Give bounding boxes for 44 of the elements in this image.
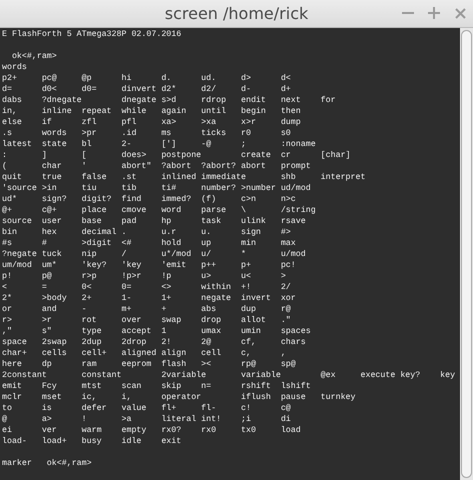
prompt-line: ok<#,ram> xyxy=(10,52,57,63)
output-line: ," s" type accept 1 umax umin spaces xyxy=(2,327,311,338)
output-line: source user base pad hp task ulink rsave xyxy=(2,217,306,228)
output-line: load- load+ busy idle exit xyxy=(2,437,182,448)
output-line: ?negate tuck nip / u*/mod u/ * u/mod xyxy=(2,250,306,261)
output-line: emit Fcy mtst scan skip n= rshift lshift xyxy=(2,382,311,393)
output-line: p2+ pc@ @p hi d. ud. d> d< xyxy=(2,74,291,85)
output-line: bin hex decimal . u.r u. sign #> xyxy=(2,228,291,239)
output-line: 2constant constant 2variable variable @ex execute key? key xyxy=(2,371,456,382)
output-line: mclr mset ic, i, operator iflush pause turnkey xyxy=(2,393,356,404)
close-button[interactable] xyxy=(453,6,467,20)
output-line: ( char ' abort" ?abort ?abort? abort prompt xyxy=(2,162,311,173)
output-line: @+ c@+ place cmove word parse \ /string xyxy=(2,206,316,217)
output-line: space 2swap 2dup 2drop 2! 2@ cf, chars xyxy=(2,338,306,349)
output-line: r> >r rot over swap drop allot ." xyxy=(2,316,291,327)
output-line: in, inline repeat while again until begin then xyxy=(2,107,301,118)
output-line: #s # >digit <# hold up min max xyxy=(2,239,296,250)
output-line: @ a> ! >a literal int! ;i di xyxy=(2,415,291,426)
command-line: words xyxy=(2,63,27,74)
maximize-button[interactable] xyxy=(427,6,441,20)
output-line: d= d0< d0= dinvert d2* d2/ d- d+ xyxy=(2,85,291,96)
prompt-line: marker ok<#,ram> xyxy=(2,459,92,470)
output-line: ei ver warm empty rx0? rx0 tx0 load xyxy=(2,426,301,437)
output-line: quit true false .st inlined immediate shb interpret xyxy=(2,173,366,184)
output-line: 'source >in tiu tib ti# number? >number ud/mod xyxy=(2,184,311,195)
output-line: : ] [ does> postpone create cr [char] xyxy=(2,151,351,162)
output-line: here dp ram eeprom flash >< rp@ sp@ xyxy=(2,360,296,371)
banner-line: E FlashForth 5 ATmega328P 02.07.2016 xyxy=(2,30,182,41)
output-line: or and - m+ + abs dup r@ xyxy=(2,305,291,316)
output-line: < = 0< 0= <> within +! 2/ xyxy=(2,283,291,294)
output-line: dabs ?dnegate dnegate s>d rdrop endit next for xyxy=(2,96,336,107)
close-icon xyxy=(454,8,466,18)
window-title: screen /home/rick xyxy=(164,4,308,23)
output-line: ud* sign? digit? find immed? (f) c>n n>c xyxy=(2,195,296,206)
minimize-icon xyxy=(402,12,414,14)
plus-icon xyxy=(428,7,440,19)
output-line: 2* >body 2+ 1- 1+ negate invert xor xyxy=(2,294,296,305)
output-line: p! p@ r>p !p>r !p u> u< > xyxy=(2,272,286,283)
output-line: else if zfl pfl xa> >xa x>r dump xyxy=(2,118,301,129)
output-line: .s words >pr .id ms ticks r0 s0 xyxy=(2,129,291,140)
output-line: latest state bl 2- ['] -@ ; :noname xyxy=(2,140,316,151)
output-line: to is defer value fl+ fl- c! c@ xyxy=(2,404,291,415)
output-line: um/mod um* 'key? 'key 'emit p++ p+ pc! xyxy=(2,261,296,272)
output-line: char+ cells cell+ aligned align cell c, , xyxy=(2,349,286,360)
